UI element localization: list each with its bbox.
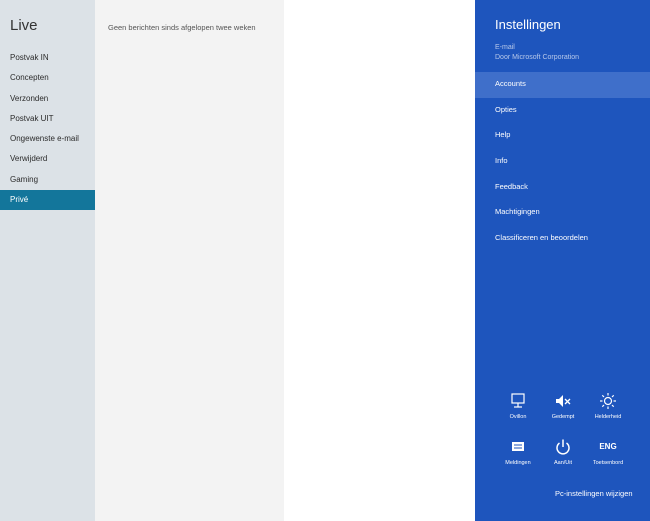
folder-item-postvak-uit[interactable]: Postvak UIT (0, 109, 95, 129)
folder-pane: Live Postvak IN Concepten Verzonden Post… (0, 0, 95, 521)
notifications-label: Meldingen (505, 460, 531, 466)
brightness-label: Helderheid (594, 414, 622, 420)
settings-item-help[interactable]: Help (475, 123, 650, 149)
network-label: Ovillon (509, 414, 527, 420)
keyboard-icon: ENG (599, 442, 617, 451)
message-list-pane: Geen berichten sinds afgelopen twee weke… (95, 0, 284, 521)
reading-pane (284, 0, 475, 521)
brightness-icon (600, 393, 616, 409)
folder-item-verwijderd[interactable]: Verwijderd (0, 149, 95, 169)
power-icon (556, 439, 570, 455)
folder-item-concepten[interactable]: Concepten (0, 68, 95, 88)
volume-label: Gedempt (551, 414, 575, 420)
settings-charm: Instellingen E-mail Door Microsoft Corpo… (475, 0, 650, 521)
settings-item-classificeren[interactable]: Classificeren en beoordelen (475, 226, 650, 252)
speaker-muted-icon (556, 395, 571, 407)
network-icon (511, 393, 525, 408)
brightness-tile[interactable]: Helderheid (588, 392, 628, 420)
folder-item-ongewenste-email[interactable]: Ongewenste e-mail (0, 129, 95, 149)
settings-title: Instellingen (495, 17, 561, 32)
notifications-tile[interactable]: Meldingen (498, 438, 538, 466)
notifications-icon (512, 442, 524, 451)
account-title: Live (10, 17, 38, 34)
settings-item-opties[interactable]: Opties (475, 98, 650, 124)
folder-list: Postvak IN Concepten Verzonden Postvak U… (0, 48, 95, 211)
folder-item-gaming[interactable]: Gaming (0, 170, 95, 190)
settings-item-accounts[interactable]: Accounts (475, 72, 650, 98)
keyboard-tile[interactable]: ENG Toetsenbord (588, 438, 628, 466)
settings-publisher: Door Microsoft Corporation (495, 54, 580, 61)
power-label: Aan/Uit (553, 460, 573, 466)
pc-settings-link[interactable]: Pc-instellingen wijzigen (555, 489, 633, 498)
settings-item-machtigingen[interactable]: Machtigingen (475, 200, 650, 226)
network-tile[interactable]: Ovillon (498, 392, 538, 420)
settings-item-info[interactable]: Info (475, 149, 650, 175)
folder-item-postvak-in[interactable]: Postvak IN (0, 48, 95, 68)
power-tile[interactable]: Aan/Uit (543, 438, 583, 466)
settings-app-name: E-mail (495, 44, 515, 51)
folder-item-verzonden[interactable]: Verzonden (0, 89, 95, 109)
folder-item-prive[interactable]: Privé (0, 190, 95, 211)
volume-tile[interactable]: Gedempt (543, 392, 583, 420)
keyboard-label: Toetsenbord (592, 460, 624, 466)
settings-item-feedback[interactable]: Feedback (475, 175, 650, 201)
empty-list-message: Geen berichten sinds afgelopen twee weke… (108, 23, 256, 32)
settings-menu: Accounts Opties Help Info Feedback Macht… (475, 72, 650, 252)
